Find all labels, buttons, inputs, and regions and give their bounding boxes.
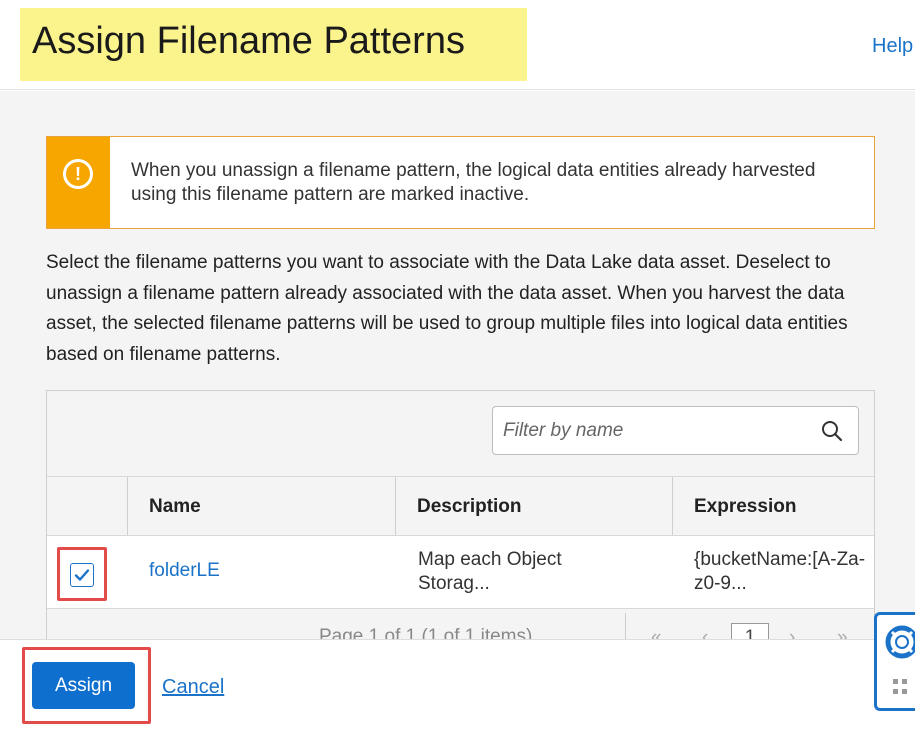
lifebuoy-icon[interactable]	[885, 625, 915, 659]
column-header-description[interactable]: Description	[395, 477, 672, 536]
table-row: folderLE Map each Object Storag... {buck…	[47, 535, 874, 609]
warning-banner: ! When you unassign a filename pattern, …	[46, 136, 875, 229]
column-header-expression[interactable]: Expression	[672, 477, 874, 536]
table-header: Name Description Expression	[47, 476, 874, 536]
row-checkbox[interactable]	[70, 563, 94, 587]
assign-button[interactable]: Assign	[32, 662, 135, 709]
search-icon[interactable]	[820, 419, 844, 443]
cancel-link[interactable]: Cancel	[162, 676, 224, 699]
pattern-expression: {bucketName:[A-Za-z0-9...	[694, 549, 866, 594]
warning-text: When you unassign a filename pattern, th…	[131, 160, 816, 205]
dialog-footer: Assign Cancel	[0, 639, 915, 743]
page-header: Assign Filename Patterns Help	[0, 0, 915, 90]
support-widget[interactable]	[874, 612, 915, 711]
intro-text: Select the filename patterns you want to…	[46, 252, 848, 365]
exclamation-circle-icon: !	[63, 159, 93, 189]
checkmark-icon	[74, 569, 90, 581]
checkbox-highlight	[57, 547, 107, 601]
title-highlight: Assign Filename Patterns	[20, 8, 527, 81]
pattern-name-link[interactable]: folderLE	[149, 560, 220, 582]
filename-patterns-table: Name Description Expression folderLE Map…	[46, 390, 875, 650]
main-content: ! When you unassign a filename pattern, …	[0, 91, 915, 650]
filter-box	[492, 406, 859, 455]
column-header-select	[47, 477, 127, 536]
warning-stripe: !	[47, 137, 110, 228]
page-title: Assign Filename Patterns	[32, 20, 465, 62]
drag-handle-icon[interactable]	[893, 679, 915, 699]
help-link[interactable]: Help	[872, 35, 913, 58]
column-header-name[interactable]: Name	[127, 477, 395, 536]
assign-highlight: Assign	[22, 647, 151, 724]
pattern-description: Map each Object Storag...	[418, 549, 562, 594]
filter-input[interactable]	[501, 407, 811, 454]
